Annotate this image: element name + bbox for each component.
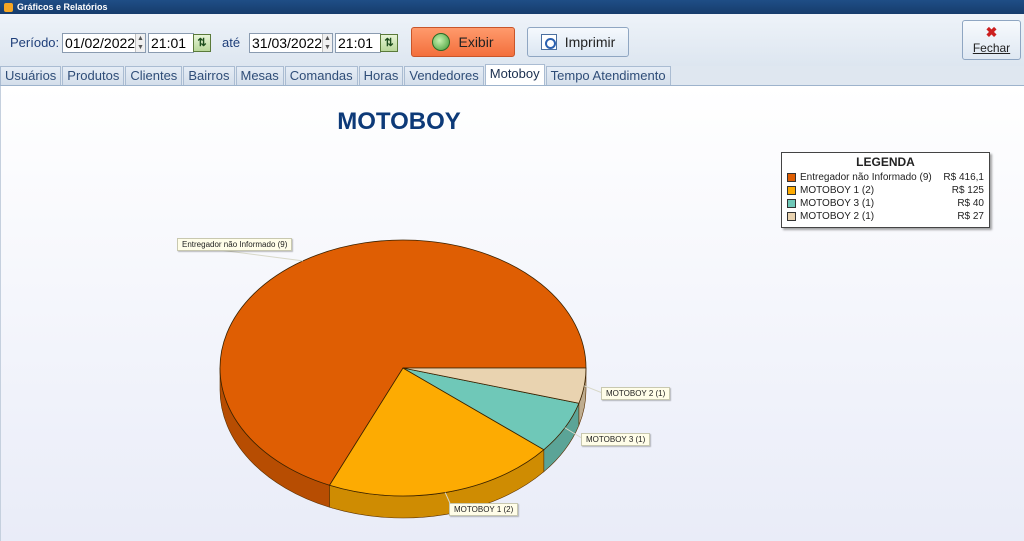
end-time-picker-icon[interactable]: ⇅	[380, 34, 398, 52]
tab-mesas[interactable]: Mesas	[235, 66, 284, 85]
slice-label: MOTOBOY 2 (1)	[601, 387, 671, 400]
chart-legend: LEGENDA Entregador não Informado (9) R$ 4…	[781, 152, 990, 228]
show-button-label: Exibir	[458, 34, 494, 50]
tab-vendedores[interactable]: Vendedores	[404, 66, 484, 85]
start-time-picker-icon[interactable]: ⇅	[193, 34, 211, 52]
legend-label: Entregador não Informado (9)	[800, 172, 932, 183]
tab-clientes[interactable]: Clientes	[125, 66, 183, 85]
legend-value: R$ 40	[957, 198, 984, 209]
tab-horas[interactable]: Horas	[358, 66, 404, 85]
refresh-icon	[432, 33, 451, 51]
tab-tempo-atendimento[interactable]: Tempo Atendimento	[545, 66, 671, 85]
start-date-spinner[interactable]: ▲ ▼	[135, 34, 145, 52]
start-time-field[interactable]: 21:01	[148, 33, 194, 53]
chart-panel: MOTOBOY Entregador não Informado (9) MOTO…	[0, 86, 1024, 541]
tab-bairros[interactable]: Bairros	[183, 66, 235, 85]
legend-item: MOTOBOY 1 (2) R$ 125	[782, 184, 989, 197]
tab-usu-rios[interactable]: Usuários	[0, 66, 62, 85]
start-time-value: 21:01	[151, 35, 187, 51]
slice-label: MOTOBOY 1 (2)	[449, 503, 519, 516]
legend-value: R$ 125	[951, 185, 984, 196]
period-label: Período:	[10, 35, 60, 50]
end-time-value: 21:01	[338, 35, 374, 51]
legend-item: MOTOBOY 3 (1) R$ 40	[782, 197, 989, 210]
show-button[interactable]: Exibir	[411, 27, 515, 57]
legend-swatch	[787, 186, 796, 195]
report-tabs: Usuários Produtos Clientes Bairros Mesas Coma…	[0, 64, 1024, 86]
legend-label: MOTOBOY 3 (1)	[800, 198, 875, 209]
print-button[interactable]: Imprimir	[527, 27, 629, 57]
end-date-field[interactable]: 31/03/2022 ▲ ▼	[249, 33, 333, 53]
legend-title: LEGENDA	[856, 155, 915, 169]
legend-item: Entregador não Informado (9) R$ 416,1	[782, 171, 989, 184]
start-date-value: 01/02/2022	[65, 35, 136, 51]
slice-label: Entregador não Informado (9)	[177, 238, 293, 251]
end-time-field[interactable]: 21:01	[335, 33, 381, 53]
legend-item: MOTOBOY 2 (1) R$ 27	[782, 210, 989, 223]
window-titlebar: Gráficos e Relatórios	[0, 0, 1024, 14]
start-date-field[interactable]: 01/02/2022 ▲ ▼	[62, 33, 146, 53]
legend-swatch	[787, 173, 796, 182]
close-button-label: Fechar	[972, 41, 1011, 55]
close-icon: ✖	[985, 24, 998, 40]
app-icon	[4, 2, 13, 12]
slice-label: MOTOBOY 3 (1)	[581, 433, 651, 446]
tab-motoboy[interactable]: Motoboy	[484, 64, 545, 85]
legend-label: MOTOBOY 2 (1)	[800, 211, 875, 222]
legend-value: R$ 27	[957, 211, 984, 222]
window-title: Gráficos e Relatórios	[17, 2, 108, 12]
print-preview-icon	[540, 34, 557, 50]
filter-toolbar: Período: 01/02/2022 ▲ ▼ 21:01 ⇅ até 31/03…	[0, 14, 1024, 66]
tab-comandas[interactable]: Comandas	[284, 66, 358, 85]
legend-label: MOTOBOY 1 (2)	[800, 185, 875, 196]
end-date-spinner[interactable]: ▲ ▼	[322, 34, 332, 52]
tab-produtos[interactable]: Produtos	[62, 66, 125, 85]
legend-value: R$ 416,1	[943, 172, 984, 183]
legend-swatch	[787, 212, 796, 221]
end-date-value: 31/03/2022	[252, 35, 323, 51]
close-button[interactable]: ✖ Fechar	[962, 20, 1021, 60]
legend-swatch	[787, 199, 796, 208]
print-button-label: Imprimir	[564, 34, 616, 50]
until-label: até	[222, 35, 241, 50]
